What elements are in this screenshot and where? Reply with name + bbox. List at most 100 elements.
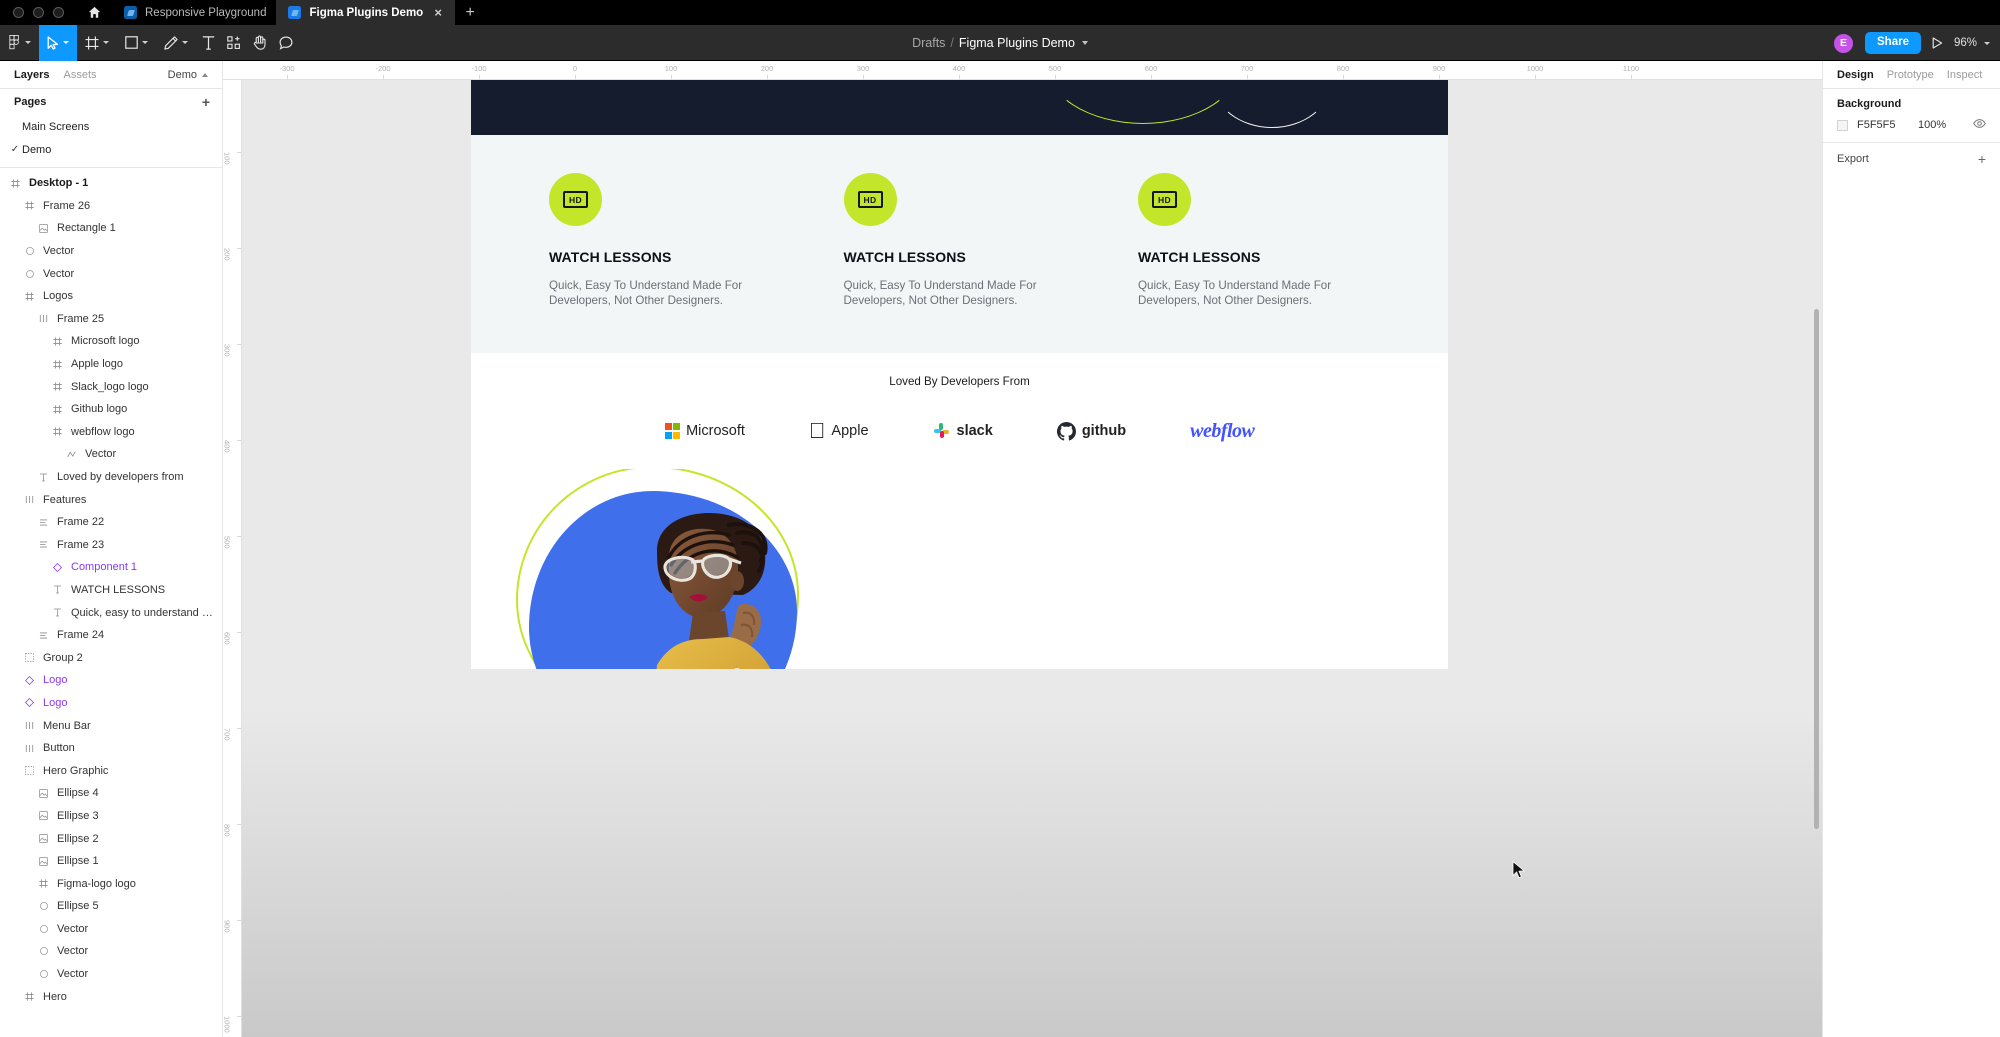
layer-row[interactable]: Vector — [0, 443, 222, 466]
ruler-tick-label: 300 — [223, 344, 232, 357]
layer-row[interactable]: Microsoft logo — [0, 330, 222, 353]
layer-row[interactable]: Slack_logo logo — [0, 375, 222, 398]
ruler-tick-label: 400 — [223, 440, 232, 453]
frame-icon — [51, 382, 64, 391]
page-item-main-screens[interactable]: Main Screens — [0, 115, 222, 138]
layer-row[interactable]: Ellipse 3 — [0, 805, 222, 828]
layer-row[interactable]: Vector — [0, 262, 222, 285]
tab-layers[interactable]: Layers — [14, 69, 49, 81]
layer-row[interactable]: Ellipse 1 — [0, 850, 222, 873]
layer-row[interactable]: Button — [0, 737, 222, 760]
tab-inspect[interactable]: Inspect — [1947, 69, 1982, 81]
layer-row[interactable]: webflow logo — [0, 421, 222, 444]
feature-card[interactable]: HD WATCH LESSONS Quick, Easy To Understand… — [549, 173, 781, 309]
figma-menu-button[interactable] — [0, 25, 39, 61]
avatar[interactable]: E — [1833, 32, 1854, 54]
layer-row[interactable]: Frame 25 — [0, 308, 222, 331]
breadcrumb-parent[interactable]: Drafts — [912, 36, 945, 50]
layer-row[interactable]: Github logo — [0, 398, 222, 421]
canvas-viewport[interactable]: -1000-900-800-700-600-500-400-300-200-10… — [223, 61, 1822, 1037]
layer-row[interactable]: Menu Bar — [0, 714, 222, 737]
hero-person-photo — [656, 512, 771, 669]
layer-row[interactable]: Logo — [0, 692, 222, 715]
add-page-button[interactable]: + — [202, 95, 210, 109]
layer-row[interactable]: Ellipse 2 — [0, 827, 222, 850]
chevron-down-icon[interactable] — [1081, 41, 1088, 45]
ruler-tick-mark — [1439, 75, 1440, 79]
layer-row[interactable]: Frame 26 — [0, 195, 222, 218]
browser-tab-responsive-playground[interactable]: Responsive Playground — [112, 0, 277, 25]
layer-row-label: Menu Bar — [43, 719, 91, 732]
shape-tool-button[interactable] — [117, 25, 156, 61]
slack-logo: slack — [933, 422, 993, 440]
layer-row[interactable]: Frame 22 — [0, 511, 222, 534]
layer-row[interactable]: Vector — [0, 240, 222, 263]
home-icon[interactable] — [76, 0, 112, 25]
apple-mark-icon:  — [809, 420, 826, 442]
background-hex-value[interactable]: F5F5F5 — [1857, 119, 1909, 131]
breadcrumb-file-title[interactable]: Figma Plugins Demo — [959, 36, 1075, 50]
minimize-window-button[interactable] — [33, 7, 44, 18]
layer-row-label: Microsoft logo — [71, 335, 140, 348]
pen-tool-button[interactable] — [156, 25, 196, 61]
feature-title: WATCH LESSONS — [843, 249, 966, 265]
ruler-tick-label: -100 — [471, 64, 487, 73]
hand-tool-button[interactable] — [247, 25, 273, 61]
add-export-button[interactable]: + — [1978, 152, 1986, 166]
canvas-vertical-scrollbar[interactable] — [1814, 309, 1819, 829]
zoom-control[interactable]: 96% — [1954, 37, 1990, 49]
frame-icon — [37, 879, 50, 888]
layer-row[interactable]: Vector — [0, 963, 222, 986]
text-tool-button[interactable] — [196, 25, 221, 61]
layer-row[interactable]: Vector — [0, 918, 222, 941]
layer-row[interactable]: Quick, easy to understand made f... — [0, 601, 222, 624]
close-icon[interactable]: × — [431, 6, 445, 19]
artboard-desktop-1[interactable]: HD WATCH LESSONS Quick, Easy To Understand… — [471, 80, 1448, 669]
frame-tool-button[interactable] — [77, 25, 117, 61]
layer-row[interactable]: Figma-logo logo — [0, 872, 222, 895]
layer-row[interactable]: WATCH LESSONS — [0, 579, 222, 602]
tab-assets[interactable]: Assets — [63, 69, 96, 81]
maximize-window-button[interactable] — [53, 7, 64, 18]
browser-tab-figma-plugins-demo[interactable]: Figma Plugins Demo × — [276, 0, 456, 25]
ruler-tick-mark — [479, 75, 480, 79]
close-window-button[interactable] — [13, 7, 24, 18]
background-opacity-value[interactable]: 100% — [1918, 119, 1946, 131]
layer-row[interactable]: Group 2 — [0, 646, 222, 669]
design-panel: Design Prototype Inspect Background F5F5… — [1822, 61, 2000, 1037]
layer-row[interactable]: Ellipse 4 — [0, 782, 222, 805]
layer-row[interactable]: Ellipse 5 — [0, 895, 222, 918]
layer-row[interactable]: Apple logo — [0, 353, 222, 376]
layer-row[interactable]: Logos — [0, 285, 222, 308]
color-swatch[interactable] — [1837, 119, 1848, 131]
layer-row[interactable]: Component 1 — [0, 556, 222, 579]
comment-tool-button[interactable] — [273, 25, 299, 61]
ruler-tick-label: 800 — [1336, 64, 1350, 73]
layer-row[interactable]: Frame 24 — [0, 624, 222, 647]
resources-tool-button[interactable] — [221, 25, 247, 61]
layer-row[interactable]: Logo — [0, 669, 222, 692]
new-tab-button[interactable]: + — [455, 0, 486, 25]
share-button[interactable]: Share — [1865, 32, 1921, 54]
layer-row[interactable]: Vector — [0, 940, 222, 963]
eye-icon[interactable] — [1973, 119, 1986, 131]
layer-row[interactable]: Hero — [0, 985, 222, 1008]
layer-row[interactable]: Hero Graphic — [0, 759, 222, 782]
layer-row[interactable]: Desktop - 1 — [0, 172, 222, 195]
move-tool-button[interactable] — [39, 24, 77, 61]
feature-card[interactable]: HD WATCH LESSONS Quick, Easy To Understand… — [843, 173, 1076, 309]
tab-design[interactable]: Design — [1837, 69, 1874, 81]
canvas-surface[interactable]: HD WATCH LESSONS Quick, Easy To Understand… — [242, 80, 1822, 1037]
layer-row[interactable]: Frame 23 — [0, 534, 222, 557]
tab-prototype[interactable]: Prototype — [1887, 69, 1934, 81]
page-item-demo[interactable]: ✓ Demo — [0, 138, 222, 161]
layer-row[interactable]: Loved by developers from — [0, 466, 222, 489]
present-play-icon[interactable] — [1932, 37, 1943, 49]
feature-card[interactable]: HD WATCH LESSONS Quick, Easy To Understand… — [1138, 173, 1370, 309]
ruler-tick-mark — [383, 75, 384, 79]
frame-icon — [23, 201, 36, 211]
layer-row[interactable]: Features — [0, 488, 222, 511]
layer-row[interactable]: Rectangle 1 — [0, 217, 222, 240]
page-selector[interactable]: Demo — [168, 69, 208, 81]
layer-tree[interactable]: Desktop - 1 Frame 26 Rectangle 1 Vector Vect… — [0, 168, 222, 1037]
